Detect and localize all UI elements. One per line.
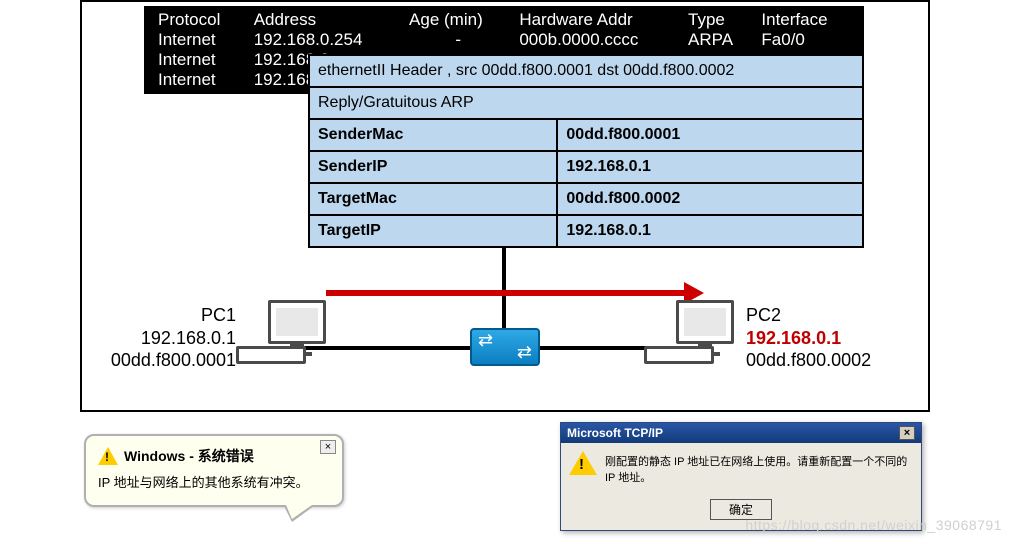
sender-ip-label: SenderIP [310, 152, 558, 182]
dialog-message: 刚配置的静态 IP 地址已在网络上使用。请重新配置一个不同的 IP 地址。 [605, 456, 907, 484]
target-ip-label: TargetIP [310, 216, 558, 246]
dialog-close-button[interactable]: × [899, 426, 915, 440]
warning-icon [569, 451, 597, 481]
pc1-ip: 192.168.0.1 [86, 327, 236, 350]
target-ip-value: 192.168.0.1 [558, 216, 862, 246]
sender-mac-label: SenderMac [310, 120, 558, 150]
pc2-label-block: PC2 192.168.0.1 00dd.f800.0002 [746, 304, 871, 372]
dialog-titlebar[interactable]: Microsoft TCP/IP × [561, 423, 921, 443]
watermark-text: https://blog.csdn.net/weixin_39068791 [745, 517, 1002, 533]
pc1-label-block: PC1 192.168.0.1 00dd.f800.0001 [86, 304, 236, 372]
target-mac-value: 00dd.f800.0002 [558, 184, 862, 214]
ethernet-header: ethernetII Header , src 00dd.f800.0001 d… [310, 56, 862, 88]
pc2-name: PC2 [746, 304, 871, 327]
pc1-name: PC1 [86, 304, 236, 327]
packet-flow-arrow [326, 290, 686, 296]
sender-ip-value: 192.168.0.1 [558, 152, 862, 182]
pc2-icon [676, 300, 734, 356]
balloon-text: IP 地址与网络上的其他系统有冲突。 [98, 472, 330, 491]
windows-error-balloon: × Windows - 系统错误 IP 地址与网络上的其他系统有冲突。 [84, 434, 344, 507]
pc1-icon [268, 300, 326, 356]
switch-icon [470, 328, 540, 366]
dialog-title: Microsoft TCP/IP [567, 426, 663, 440]
sender-mac-value: 00dd.f800.0001 [558, 120, 862, 150]
arp-packet-detail: ethernetII Header , src 00dd.f800.0001 d… [308, 54, 864, 248]
warning-icon [98, 447, 118, 465]
target-mac-label: TargetMac [310, 184, 558, 214]
pc2-ip-conflict: 192.168.0.1 [746, 327, 871, 350]
pc2-mac: 00dd.f800.0002 [746, 349, 871, 372]
pc1-mac: 00dd.f800.0001 [86, 349, 236, 372]
tcpip-dialog: Microsoft TCP/IP × 刚配置的静态 IP 地址已在网络上使用。请… [560, 422, 922, 531]
balloon-close-button[interactable]: × [320, 440, 336, 454]
balloon-title: Windows - 系统错误 [124, 446, 254, 466]
arp-type: Reply/Gratuitous ARP [310, 88, 862, 120]
diagram-canvas: Protocol Address Age (min) Hardware Addr… [80, 0, 930, 412]
